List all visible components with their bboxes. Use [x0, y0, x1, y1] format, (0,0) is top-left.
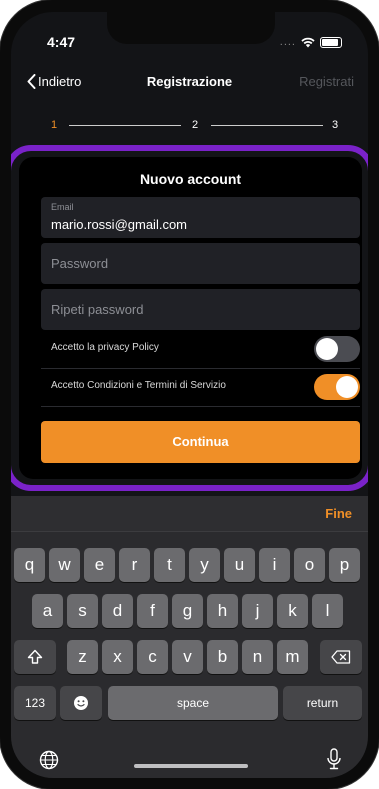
- repeat-password-field[interactable]: Ripeti password: [41, 289, 360, 330]
- terms-label: Accetto Condizioni e Termini di Servizio: [51, 380, 226, 391]
- key-j[interactable]: j: [242, 594, 273, 628]
- step-2: 2: [192, 119, 199, 131]
- key-y[interactable]: y: [189, 548, 220, 582]
- key-u[interactable]: u: [224, 548, 255, 582]
- shift-icon: [27, 649, 43, 664]
- signal-icon: ....: [279, 36, 296, 48]
- globe-icon[interactable]: [39, 750, 59, 770]
- key-m[interactable]: m: [277, 640, 308, 674]
- done-button[interactable]: Fine: [325, 506, 352, 521]
- privacy-label: Accetto la privacy Policy: [51, 342, 159, 353]
- microphone-icon[interactable]: [326, 748, 342, 770]
- key-n[interactable]: n: [242, 640, 273, 674]
- step-1: 1: [51, 119, 58, 131]
- key-b[interactable]: b: [207, 640, 238, 674]
- step-3: 3: [332, 119, 339, 131]
- status-icons: ....: [280, 36, 342, 48]
- toggle-knob: [316, 338, 338, 360]
- key-f[interactable]: f: [137, 594, 168, 628]
- navigation-bar: Indietro Registrazione Registrati: [11, 70, 368, 98]
- emoji-key[interactable]: [60, 686, 102, 720]
- form-title: Nuovo account: [139, 171, 242, 187]
- phone-frame: 4:47 .... Indietro Registrazione Registr…: [0, 0, 379, 789]
- email-field[interactable]: Email mario.rossi@gmail.com: [41, 197, 360, 238]
- email-value: mario.rossi@gmail.com: [51, 217, 187, 232]
- key-o[interactable]: o: [294, 548, 325, 582]
- terms-toggle[interactable]: [314, 374, 360, 400]
- shift-key[interactable]: [14, 640, 56, 674]
- toggle-knob: [336, 376, 358, 398]
- key-v[interactable]: v: [172, 640, 203, 674]
- emoji-icon: [74, 696, 88, 710]
- registration-form: Nuovo account Email mario.rossi@gmail.co…: [19, 157, 362, 479]
- step-indicator: 1 2 3: [51, 119, 341, 135]
- space-key[interactable]: space: [108, 686, 278, 720]
- status-bar: 4:47 ....: [11, 12, 368, 62]
- privacy-row: Accetto la privacy Policy: [41, 331, 360, 369]
- key-d[interactable]: d: [102, 594, 133, 628]
- key-q[interactable]: q: [14, 548, 45, 582]
- repeat-password-placeholder: Ripeti password: [51, 302, 144, 317]
- keyboard: Fine q w e r t y u i o p a s d f g h j k…: [11, 496, 368, 778]
- key-l[interactable]: l: [312, 594, 343, 628]
- password-placeholder: Password: [51, 256, 109, 271]
- key-e[interactable]: e: [84, 548, 115, 582]
- key-t[interactable]: t: [154, 548, 185, 582]
- battery-icon: [320, 36, 342, 48]
- key-z[interactable]: z: [67, 640, 98, 674]
- key-i[interactable]: i: [259, 548, 290, 582]
- terms-row: Accetto Condizioni e Termini di Servizio: [41, 369, 360, 407]
- continue-button[interactable]: Continua: [41, 421, 360, 463]
- step-connector: [69, 125, 181, 126]
- key-r[interactable]: r: [119, 548, 150, 582]
- key-p[interactable]: p: [329, 548, 360, 582]
- status-time: 4:47: [47, 34, 76, 50]
- key-g[interactable]: g: [172, 594, 203, 628]
- keyboard-toolbar: Fine: [11, 496, 368, 532]
- privacy-toggle[interactable]: [314, 336, 360, 362]
- backspace-icon: [331, 650, 351, 664]
- screen: 4:47 .... Indietro Registrazione Registr…: [11, 12, 368, 778]
- key-w[interactable]: w: [49, 548, 80, 582]
- password-field[interactable]: Password: [41, 243, 360, 284]
- delete-key[interactable]: [320, 640, 362, 674]
- key-c[interactable]: c: [137, 640, 168, 674]
- email-label: Email: [51, 202, 74, 212]
- wifi-icon: [301, 37, 315, 47]
- numbers-key[interactable]: 123: [14, 686, 56, 720]
- step-connector: [211, 125, 323, 126]
- key-k[interactable]: k: [277, 594, 308, 628]
- key-a[interactable]: a: [32, 594, 63, 628]
- register-button[interactable]: Registrati: [299, 74, 354, 89]
- key-s[interactable]: s: [67, 594, 98, 628]
- home-indicator: [134, 764, 248, 768]
- key-x[interactable]: x: [102, 640, 133, 674]
- return-key[interactable]: return: [283, 686, 362, 720]
- key-h[interactable]: h: [207, 594, 238, 628]
